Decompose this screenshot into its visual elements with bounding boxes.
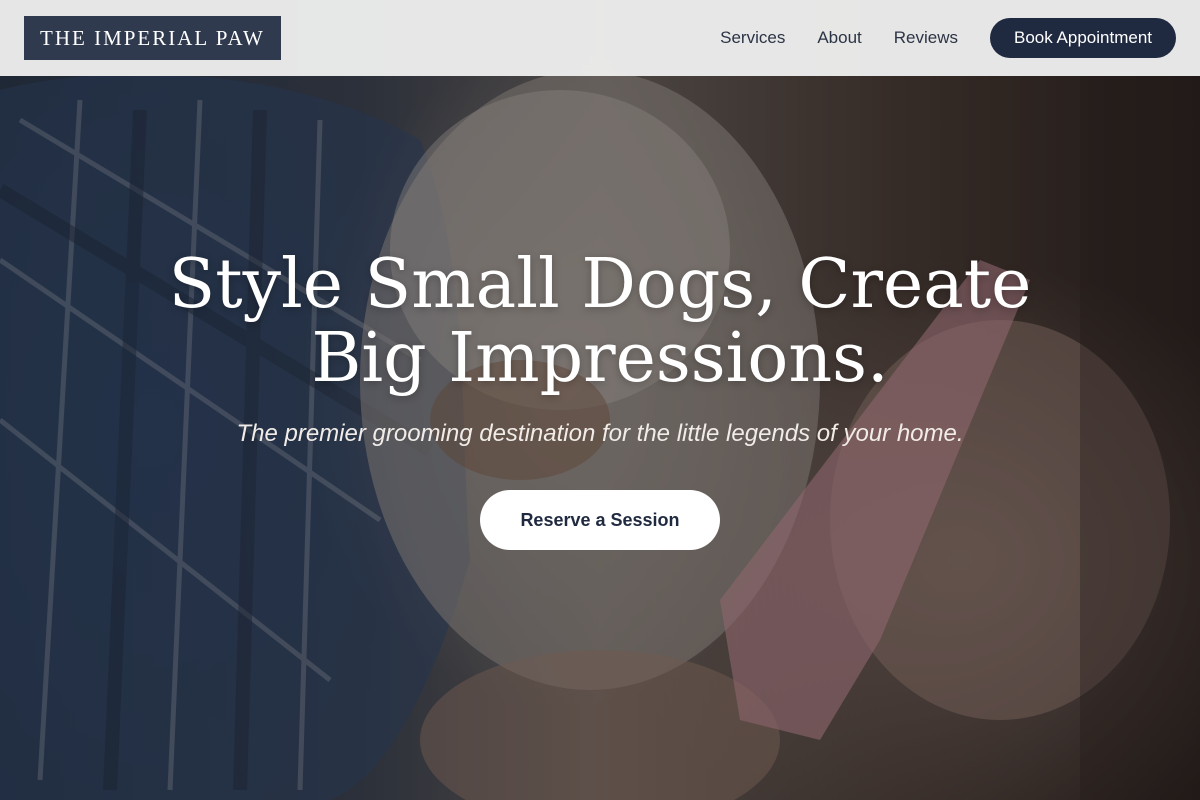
book-appointment-button[interactable]: Book Appointment [990, 18, 1176, 58]
hero-subheadline: The premier grooming destination for the… [236, 420, 964, 447]
brand-logo[interactable]: THE IMPERIAL PAW [24, 16, 281, 60]
nav-link-reviews[interactable]: Reviews [894, 28, 958, 48]
hero-headline: Style Small Dogs, Create Big Impressions… [150, 248, 1050, 396]
reserve-session-button[interactable]: Reserve a Session [480, 490, 720, 550]
hero-headline-line-2: Big Impressions. [311, 319, 889, 398]
hero-headline-line-1: Style Small Dogs, Create [168, 245, 1032, 324]
nav-link-about[interactable]: About [817, 28, 861, 48]
site-header: THE IMPERIAL PAW Services About Reviews … [0, 0, 1200, 76]
main-nav: Services About Reviews Book Appointment [720, 18, 1176, 58]
hero-background-image [0, 0, 1200, 800]
nav-link-services[interactable]: Services [720, 28, 785, 48]
page: THE IMPERIAL PAW Services About Reviews … [0, 0, 1200, 800]
